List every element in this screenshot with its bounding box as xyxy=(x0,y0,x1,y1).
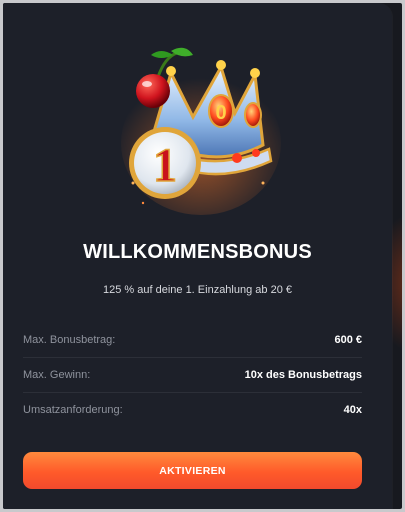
coin-shape: 1 xyxy=(129,127,201,199)
detail-value: 10x des Bonusbetrags xyxy=(244,369,362,381)
bonus-title: WILLKOMMENSBONUS xyxy=(83,241,312,263)
crown-cherry-coin-illustration: 0 1 xyxy=(121,47,281,215)
page-frame: 0 1 WILLKOMMENSBONUS 125 % auf deine 1. … xyxy=(3,3,402,509)
detail-value: 600 € xyxy=(334,334,362,346)
bonus-card: 0 1 WILLKOMMENSBONUS 125 % auf deine 1. … xyxy=(3,3,392,509)
detail-label: Umsatzanforderung: xyxy=(23,404,123,416)
detail-value: 40x xyxy=(343,404,362,416)
detail-row-max-bonus: Max. Bonusbetrag: 600 € xyxy=(23,323,362,358)
detail-label: Max. Bonusbetrag: xyxy=(23,334,116,346)
detail-row-wagering: Umsatzanforderung: 40x xyxy=(23,393,362,427)
detail-row-max-win: Max. Gewinn: 10x des Bonusbetrags xyxy=(23,358,362,393)
detail-label: Max. Gewinn: xyxy=(23,369,91,381)
bonus-details-list: Max. Bonusbetrag: 600 € Max. Gewinn: 10x… xyxy=(23,323,362,427)
svg-text:0: 0 xyxy=(215,102,226,124)
svg-text:1: 1 xyxy=(153,139,177,192)
bonus-subtitle: 125 % auf deine 1. Einzahlung ab 20 € xyxy=(103,284,292,296)
activate-button[interactable]: AKTIVIEREN xyxy=(23,452,362,489)
